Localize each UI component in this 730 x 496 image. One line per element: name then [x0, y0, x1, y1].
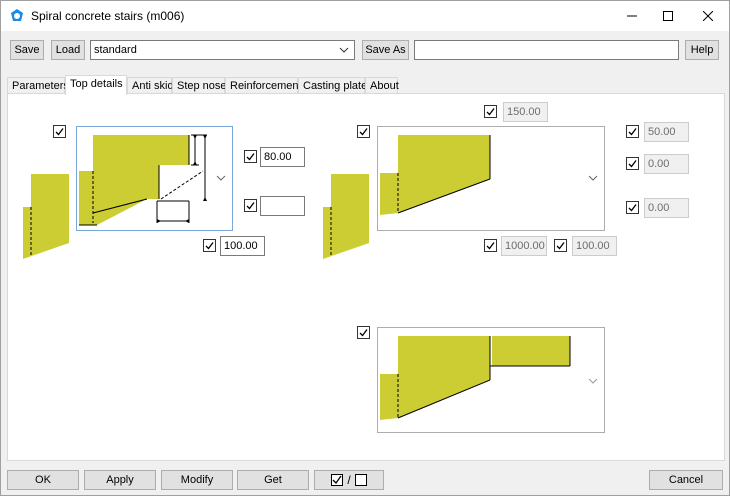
tab-about[interactable]: About: [365, 77, 399, 94]
side-1-input[interactable]: 50.00: [644, 122, 689, 142]
chevron-down-icon: [588, 175, 598, 181]
right-preview-dropdown[interactable]: [377, 126, 605, 231]
title-bar: Spiral concrete stairs (m006): [1, 1, 729, 31]
preset-value: standard: [94, 44, 137, 56]
save-as-button[interactable]: Save As: [362, 40, 409, 60]
bottom-1-input[interactable]: 1000.00: [501, 236, 547, 256]
left-preview-checkbox[interactable]: [53, 125, 66, 138]
stair-side-illustration-right: [323, 172, 369, 259]
checked-box-icon: [331, 474, 344, 486]
close-icon: [703, 11, 713, 21]
bottom-2-checkbox[interactable]: [554, 239, 567, 252]
unchecked-box-icon: [354, 474, 367, 486]
tab-reinforcement[interactable]: Reinforcement: [225, 77, 302, 94]
toggle-all-button[interactable]: /: [314, 470, 384, 490]
check-icon: [205, 242, 214, 250]
field-c-input[interactable]: 100.00: [220, 236, 265, 256]
chevron-down-icon: [339, 47, 349, 53]
window-title: Spiral concrete stairs (m006): [31, 9, 185, 23]
tab-top-details[interactable]: Top details: [65, 75, 127, 95]
field-b-checkbox[interactable]: [244, 199, 257, 212]
apply-button[interactable]: Apply: [84, 470, 156, 490]
field-a-checkbox[interactable]: [244, 150, 257, 163]
side-1-checkbox[interactable]: [626, 125, 639, 138]
cancel-button[interactable]: Cancel: [649, 470, 723, 490]
lower-preview-checkbox[interactable]: [357, 326, 370, 339]
check-icon: [486, 242, 495, 250]
check-icon: [628, 160, 637, 168]
save-as-input[interactable]: [414, 40, 679, 60]
check-icon: [246, 153, 255, 161]
top-field-checkbox[interactable]: [484, 105, 497, 118]
field-c-checkbox[interactable]: [203, 239, 216, 252]
check-icon: [628, 128, 637, 136]
close-button[interactable]: [685, 1, 730, 31]
top-detail-illustration-right: [380, 135, 491, 215]
lower-preview-dropdown[interactable]: [377, 327, 605, 433]
bottom-1-checkbox[interactable]: [484, 239, 497, 252]
tab-casting-plates[interactable]: Casting plates: [298, 77, 373, 94]
check-icon: [556, 242, 565, 250]
toggle-separator: /: [347, 473, 351, 487]
ok-button[interactable]: OK: [7, 470, 79, 490]
get-button[interactable]: Get: [237, 470, 309, 490]
main-window: Spiral concrete stairs (m006) Save Load …: [0, 0, 730, 496]
bottom-2-input[interactable]: 100.00: [572, 236, 617, 256]
top-detail-illustration: [79, 134, 207, 226]
tab-anti-skid[interactable]: Anti skid: [127, 77, 174, 94]
tab-step-nose[interactable]: Step nose: [172, 77, 227, 94]
nose-detail-illustration: [380, 336, 571, 420]
left-preview-dropdown[interactable]: [76, 126, 233, 231]
check-icon: [359, 128, 368, 136]
top-field-input[interactable]: 150.00: [503, 102, 548, 122]
tab-parameters[interactable]: Parameters: [7, 77, 69, 94]
side-3-input[interactable]: 0.00: [644, 198, 689, 218]
check-icon: [359, 329, 368, 337]
check-icon: [55, 128, 64, 136]
modify-button[interactable]: Modify: [161, 470, 233, 490]
side-2-checkbox[interactable]: [626, 157, 639, 170]
stair-side-illustration: [23, 172, 69, 259]
right-preview-checkbox[interactable]: [357, 125, 370, 138]
check-icon: [628, 204, 637, 212]
load-button[interactable]: Load: [51, 40, 85, 60]
side-2-input[interactable]: 0.00: [644, 154, 689, 174]
help-button[interactable]: Help: [685, 40, 719, 60]
chevron-down-icon: [588, 378, 598, 384]
app-icon: [11, 9, 23, 21]
check-icon: [486, 108, 495, 116]
check-icon: [246, 202, 255, 210]
save-button[interactable]: Save: [10, 40, 44, 60]
preset-combo[interactable]: standard: [90, 40, 355, 60]
chevron-down-icon: [216, 175, 226, 181]
minimize-icon: [627, 15, 637, 17]
field-a-input[interactable]: 80.00: [260, 147, 305, 167]
field-b-input[interactable]: [260, 196, 305, 216]
side-3-checkbox[interactable]: [626, 201, 639, 214]
maximize-icon: [663, 11, 673, 21]
